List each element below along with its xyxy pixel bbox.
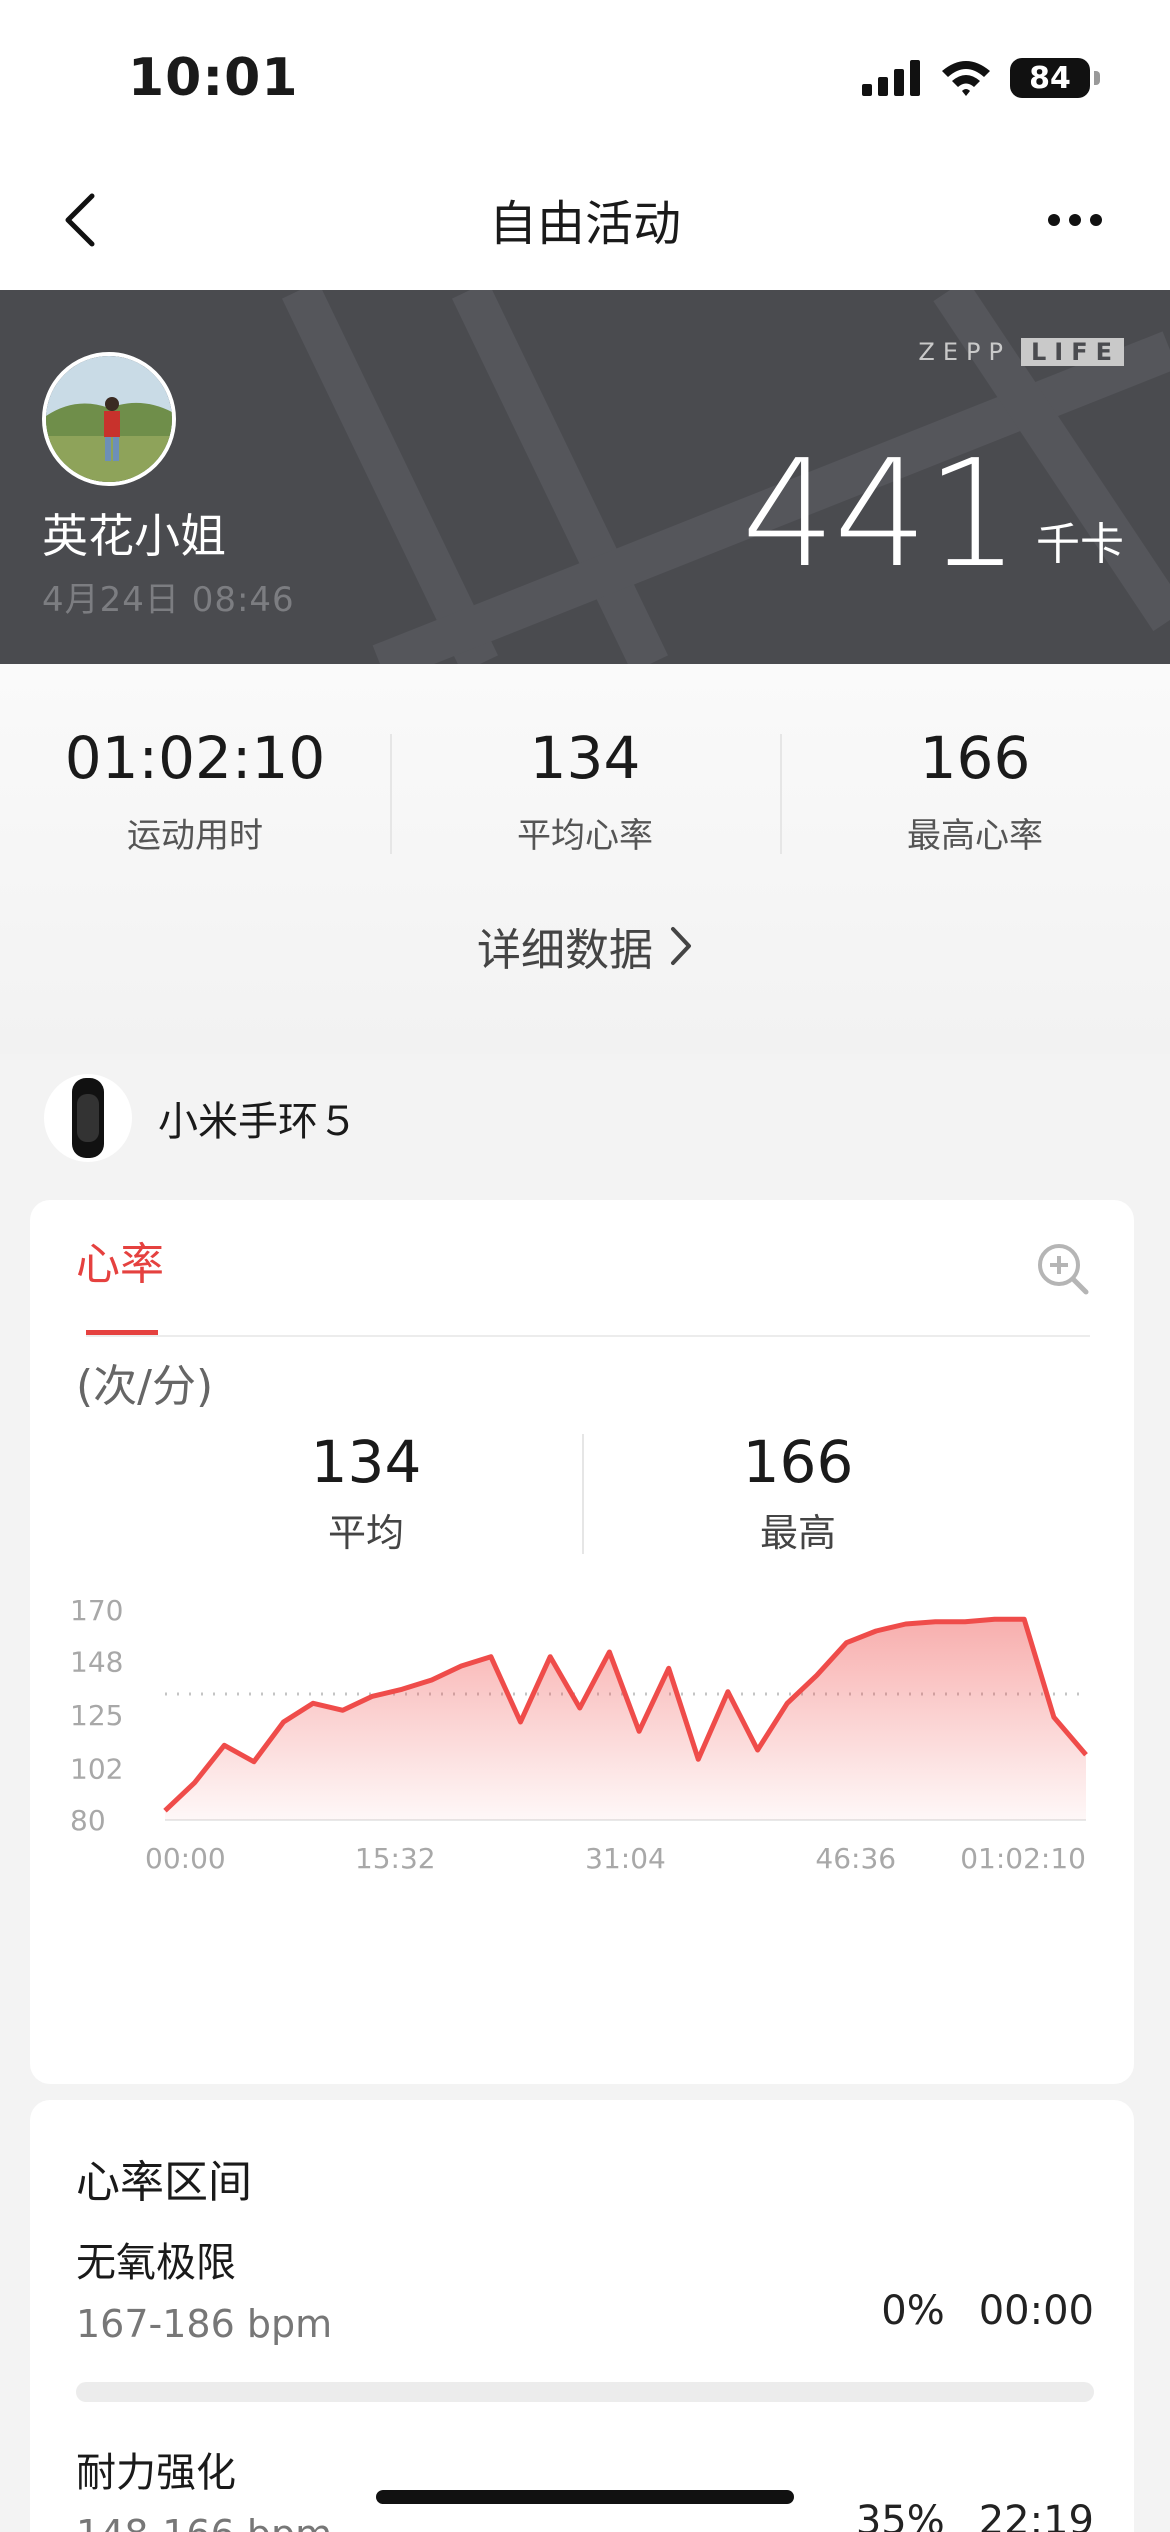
stat-value: 01:02:10 <box>64 724 326 792</box>
zone-duration: 22:19 <box>978 2498 1094 2532</box>
zone-stats: 0% 00:00 <box>881 2288 1094 2334</box>
zone-duration: 00:00 <box>978 2288 1094 2334</box>
wifi-icon <box>942 61 990 96</box>
zone-item: 耐力强化 148-166 bpm 35% 22:19 <box>76 2440 1094 2532</box>
zone-percent: 35% <box>855 2498 945 2532</box>
calories-display: 441 千卡 <box>742 440 1125 588</box>
x-tick-label: 15:32 <box>355 1842 436 1875</box>
zones-title: 心率区间 <box>76 2157 252 2208</box>
status-icons: 84 <box>862 56 1100 100</box>
heart-rate-chart: 170 148 125 102 80 00:00 15:32 31:04 46:36 01:02:… <box>70 1594 1088 1875</box>
activity-datetime: 4月24日 08:46 <box>42 580 295 620</box>
stat-avg-heart-rate: 134 平均心率 <box>390 724 780 857</box>
tab-indicator <box>86 1330 158 1335</box>
stat-value: 134 <box>529 724 641 792</box>
summary-section: 01:02:10 运动用时 134 平均心率 166 最高心率 详细数据 <box>0 664 1170 1054</box>
home-indicator <box>376 2490 794 2504</box>
heart-rate-zones-card: 心率区间 无氧极限 167-186 bpm 0% 00:00 耐力强化 148-… <box>30 2100 1134 2532</box>
battery-icon: 84 <box>1010 58 1100 98</box>
x-tick-label: 00:00 <box>145 1842 226 1875</box>
zone-percent: 0% <box>881 2288 945 2334</box>
logo-brand: ZEPP <box>918 338 1011 366</box>
device-row[interactable]: 小米手环５ <box>44 1074 358 1162</box>
battery-level: 84 <box>1029 60 1071 96</box>
x-tick-label: 01:02:10 <box>960 1842 1086 1875</box>
avatar[interactable] <box>42 352 176 486</box>
band-icon <box>44 1074 132 1162</box>
calories-value: 441 <box>741 428 1020 600</box>
hr-max-label: 最高 <box>759 1511 836 1555</box>
zone-item: 无氧极限 167-186 bpm 0% 00:00 <box>76 2230 1094 2402</box>
x-tick-label: 46:36 <box>815 1842 896 1875</box>
heart-rate-card: 心率 (次/分) 134 平均 166 最高 170 148 125 102 80 00:… <box>30 1200 1134 2084</box>
user-name: 英花小姐 <box>42 509 226 563</box>
logo-suffix: LIFE <box>1020 338 1124 366</box>
stat-label: 最高心率 <box>907 816 1043 856</box>
status-time: 10:01 <box>128 48 299 108</box>
page-title: 自由活动 <box>488 196 681 252</box>
nav-bar: 自由活动 <box>0 150 1170 290</box>
stat-label: 平均心率 <box>517 816 653 856</box>
y-tick-label: 170 <box>70 1594 123 1627</box>
hr-average-label: 平均 <box>327 1511 404 1555</box>
stat-value: 166 <box>919 724 1031 792</box>
avatar-photo <box>46 356 172 482</box>
heart-rate-unit: (次/分) <box>76 1361 214 1412</box>
activity-banner: 英花小姐 4月24日 08:46 ZEPP LIFE 441 千卡 <box>0 290 1170 664</box>
zone-name: 无氧极限 <box>76 2240 236 2286</box>
stat-label: 运动用时 <box>127 816 263 856</box>
tab-heart-rate[interactable]: 心率 <box>76 1228 164 1292</box>
y-tick-label: 125 <box>70 1699 123 1732</box>
hr-max-value: 166 <box>742 1428 854 1496</box>
zoom-in-button[interactable] <box>1036 1242 1090 1300</box>
stat-duration: 01:02:10 运动用时 <box>0 724 390 857</box>
signal-icon <box>862 60 920 96</box>
chevron-right-icon <box>671 927 691 965</box>
summary-stats: 01:02:10 运动用时 134 平均心率 166 最高心率 <box>0 724 1170 857</box>
stat-max-heart-rate: 166 最高心率 <box>780 724 1170 857</box>
y-tick-label: 102 <box>70 1753 123 1786</box>
more-button[interactable] <box>1020 180 1130 260</box>
heart-rate-area <box>165 1619 1086 1820</box>
y-tick-label: 148 <box>70 1645 123 1678</box>
device-name: 小米手环５ <box>158 1099 358 1145</box>
y-tick-label: 80 <box>70 1804 106 1837</box>
tab-divider <box>86 1335 1090 1337</box>
zone-progress-bar <box>76 2382 1094 2402</box>
more-icon <box>1048 214 1102 226</box>
hr-stat-average: 134 平均 <box>150 1428 582 1557</box>
status-bar: 10:01 84 <box>0 0 1170 150</box>
heart-rate-stats: 134 平均 166 最高 <box>30 1428 1134 1557</box>
zone-stats: 35% 22:19 <box>856 2498 1094 2532</box>
calories-unit: 千卡 <box>1036 519 1124 570</box>
hr-stat-max: 166 最高 <box>582 1428 1014 1557</box>
zoom-in-icon <box>1038 1244 1089 1295</box>
hr-average-value: 134 <box>310 1428 422 1496</box>
zepp-life-logo: ZEPP LIFE <box>918 338 1124 366</box>
x-tick-label: 31:04 <box>585 1842 666 1875</box>
detail-data-label: 详细数据 <box>477 925 653 976</box>
detail-data-link[interactable]: 详细数据 <box>0 914 1170 978</box>
